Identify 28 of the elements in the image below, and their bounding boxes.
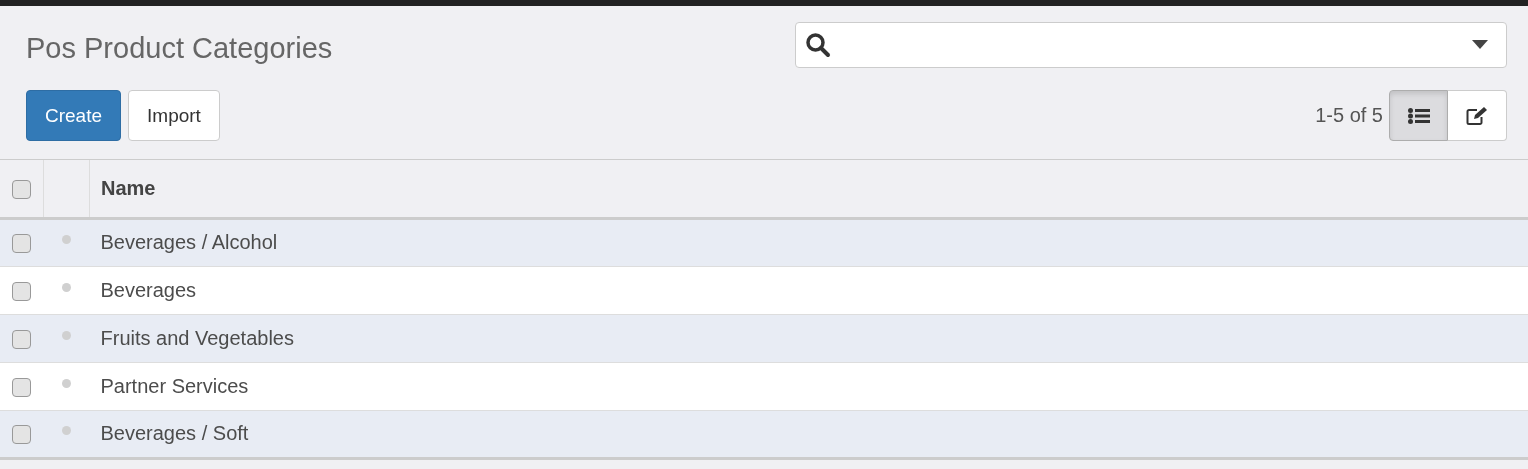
row-checkbox[interactable] bbox=[12, 281, 32, 301]
caret-icon[interactable] bbox=[1472, 40, 1488, 50]
select-all-checkbox[interactable] bbox=[12, 179, 31, 199]
form-view-button[interactable] bbox=[1448, 90, 1507, 141]
row-checkbox[interactable] bbox=[12, 377, 32, 397]
drag-handle-icon[interactable] bbox=[62, 378, 71, 388]
import-button[interactable]: Import bbox=[128, 90, 220, 141]
table-cell: Beverages bbox=[100, 278, 197, 301]
pager-text: 1-5 of 5 bbox=[1315, 104, 1383, 127]
row-checkbox[interactable] bbox=[12, 234, 32, 254]
drag-handle-icon[interactable] bbox=[62, 330, 71, 340]
drag-handle-icon[interactable] bbox=[62, 235, 71, 245]
table-cell: Partner Services bbox=[100, 374, 249, 397]
list-view-button[interactable] bbox=[1389, 90, 1448, 141]
list-icon bbox=[1407, 107, 1430, 124]
search-field[interactable] bbox=[795, 22, 1507, 68]
edit-icon bbox=[1466, 106, 1488, 125]
table-cell: Beverages / Soft bbox=[100, 422, 249, 444]
table-cell: Beverages / Alcohol bbox=[100, 231, 278, 253]
column-header[interactable]: Name bbox=[101, 176, 156, 199]
search-icon bbox=[805, 32, 831, 58]
drag-handle-icon[interactable] bbox=[62, 282, 71, 292]
drag-handle-icon[interactable] bbox=[62, 426, 71, 436]
table-cell: Fruits and Vegetables bbox=[100, 326, 294, 349]
create-button[interactable]: Create bbox=[26, 90, 122, 141]
row-checkbox[interactable] bbox=[12, 329, 32, 349]
row-checkbox[interactable] bbox=[12, 425, 32, 445]
page-title: Pos Product Categories bbox=[26, 31, 333, 65]
